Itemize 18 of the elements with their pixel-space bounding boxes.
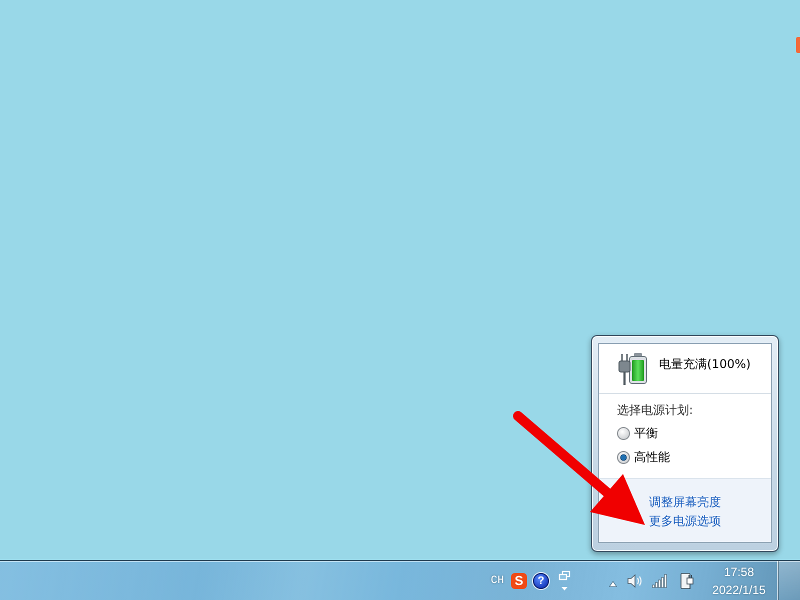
plug-icon[interactable] xyxy=(680,572,694,590)
radio-button[interactable] xyxy=(617,450,630,464)
clock-date: 2022/1/15 xyxy=(712,582,766,598)
partial-icon xyxy=(796,37,800,53)
caret-up-icon[interactable] xyxy=(609,580,617,586)
radio-label[interactable]: 高性能 xyxy=(634,448,670,466)
link[interactable]: 调整屏幕亮度 xyxy=(649,493,721,512)
link[interactable]: 更多电源选项 xyxy=(649,512,721,531)
help-button[interactable]: ? xyxy=(533,572,549,588)
battery-status-text: 电量充满(100%) xyxy=(659,356,751,373)
speaker-icon[interactable] xyxy=(627,572,643,588)
signal-bars-icon[interactable] xyxy=(652,574,668,588)
radio-label[interactable]: 平衡 xyxy=(634,424,658,442)
clock-time: 17:58 xyxy=(724,564,754,580)
show-desktop-button[interactable] xyxy=(777,561,800,600)
radio-button[interactable] xyxy=(617,426,630,440)
plan-heading: 选择电源计划: xyxy=(617,402,694,418)
input-method-button[interactable]: S xyxy=(511,572,527,588)
